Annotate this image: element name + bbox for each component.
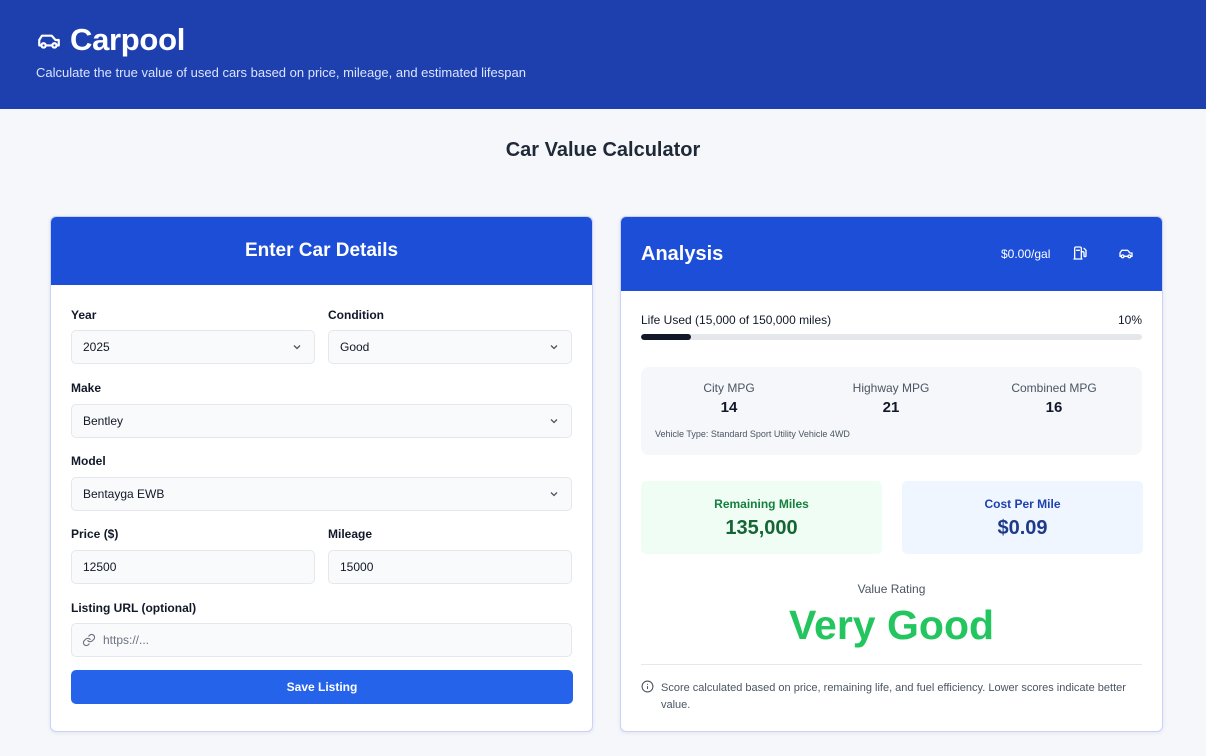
chevron-down-icon	[550, 419, 558, 424]
analysis-card: Analysis $0.00/gal Life Used (15,000 of …	[620, 216, 1163, 732]
year-select[interactable]: 2025	[71, 330, 315, 364]
car-icon	[38, 34, 60, 49]
highway-mpg-value: 21	[882, 399, 900, 416]
make-select[interactable]: Bentley	[71, 404, 572, 438]
make-label: Make	[71, 381, 102, 395]
app-tagline: Calculate the true value of used cars ba…	[36, 65, 526, 80]
car-details-card: Enter Car Details Year 2025 Condition Go…	[50, 216, 593, 732]
life-used-label: Life Used (15,000 of 150,000 miles)	[641, 313, 832, 327]
link-icon	[82, 633, 96, 647]
brand[interactable]: Carpool	[36, 22, 185, 58]
condition-value: Good	[340, 340, 370, 354]
car-icon[interactable]	[1118, 245, 1134, 261]
listing-url-label: Listing URL (optional)	[71, 601, 197, 615]
listing-url-input[interactable]: https://...	[71, 623, 572, 657]
page-title: Car Value Calculator	[505, 139, 701, 161]
chevron-down-icon	[550, 492, 558, 497]
chevron-down-icon	[550, 345, 558, 350]
make-value: Bentley	[83, 414, 124, 428]
listing-url-placeholder: https://...	[103, 633, 150, 647]
year-label: Year	[71, 308, 97, 322]
remaining-miles-card: Remaining Miles 135,000	[641, 481, 882, 554]
city-mpg-label: City MPG	[703, 381, 755, 395]
model-select[interactable]: Bentayga EWB	[71, 477, 572, 511]
model-label: Model	[71, 454, 106, 468]
gas-price: $0.00/gal	[1001, 247, 1051, 261]
score-note: Score calculated based on price, remaini…	[661, 682, 1126, 711]
remaining-miles-value: 135,000	[725, 517, 798, 539]
mileage-label: Mileage	[328, 527, 373, 541]
combined-mpg: Combined MPG 16	[974, 381, 1134, 416]
remaining-miles-label: Remaining Miles	[714, 497, 809, 511]
model-value: Bentayga EWB	[83, 487, 165, 501]
mpg-panel: City MPG 14 Highway MPG 21 Combined MPG …	[641, 367, 1142, 455]
analysis-header: Analysis $0.00/gal	[621, 217, 1162, 291]
app-title: Carpool	[70, 22, 186, 57]
life-used-progress	[641, 334, 1142, 340]
price-value: 12500	[83, 560, 117, 574]
value-rating-label: Value Rating	[857, 582, 926, 596]
fuel-pump-icon[interactable]	[1072, 245, 1088, 261]
city-mpg-value: 14	[720, 399, 738, 416]
combined-mpg-label: Combined MPG	[1011, 381, 1097, 395]
city-mpg: City MPG 14	[649, 381, 809, 416]
vehicle-type: Vehicle Type: Standard Sport Utility Veh…	[655, 429, 850, 439]
app-header: Carpool Calculate the true value of used…	[0, 0, 1206, 109]
highway-mpg: Highway MPG 21	[811, 381, 971, 416]
value-rating: Very Good	[788, 602, 995, 648]
mileage-value: 15000	[340, 560, 374, 574]
analysis-heading: Analysis	[641, 243, 724, 265]
chevron-down-icon	[293, 345, 301, 350]
cost-per-mile-value: $0.09	[997, 517, 1048, 539]
price-input[interactable]: 12500	[71, 550, 315, 584]
condition-select[interactable]: Good	[328, 330, 572, 364]
condition-label: Condition	[328, 308, 384, 322]
combined-mpg-value: 16	[1045, 399, 1063, 416]
life-used-progress-fill	[641, 334, 692, 340]
cost-per-mile-card: Cost Per Mile $0.09	[902, 481, 1143, 554]
info-icon	[641, 680, 654, 693]
cost-per-mile-label: Cost Per Mile	[984, 497, 1061, 511]
divider	[641, 664, 1142, 665]
save-listing-button[interactable]: Save Listing	[71, 670, 573, 704]
highway-mpg-label: Highway MPG	[852, 381, 930, 395]
life-used-percent: 10%	[1117, 313, 1142, 327]
mileage-input[interactable]: 15000	[328, 550, 572, 584]
car-details-heading: Enter Car Details	[51, 217, 592, 285]
price-label: Price ($)	[71, 527, 119, 541]
year-value: 2025	[83, 340, 110, 354]
